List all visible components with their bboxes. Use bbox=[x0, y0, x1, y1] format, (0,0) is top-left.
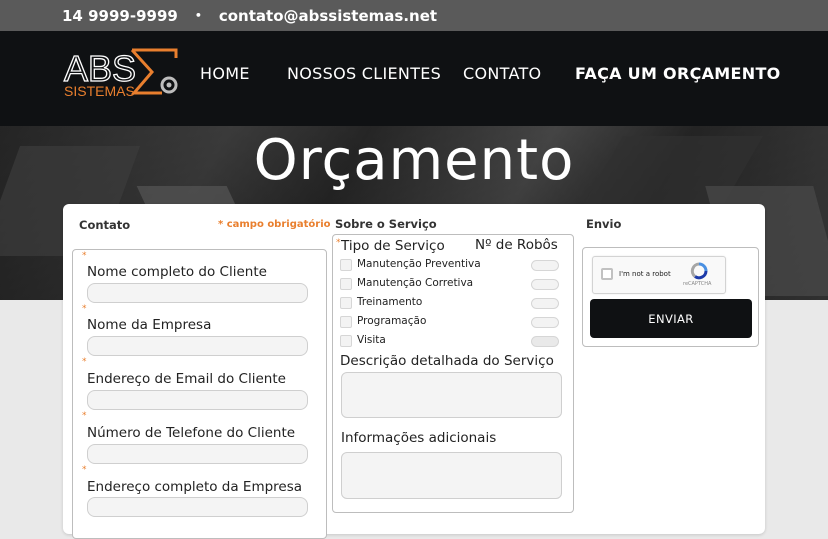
field-label-nome-cliente: Nome completo do Cliente bbox=[87, 264, 267, 280]
info-textarea[interactable] bbox=[341, 452, 562, 499]
checkbox-manutencao-corretiva[interactable] bbox=[340, 278, 352, 290]
info-label: Informações adicionais bbox=[341, 430, 497, 446]
robos-label: Nº de Robôs bbox=[475, 237, 558, 253]
robos-input-treinamento[interactable] bbox=[531, 298, 559, 309]
field-label-nome-empresa: Nome da Empresa bbox=[87, 317, 212, 333]
telefone-input[interactable] bbox=[87, 444, 308, 464]
recaptcha-brand: reCAPTCHA bbox=[683, 281, 712, 287]
required-star: * bbox=[82, 411, 87, 421]
separator-dot: • bbox=[194, 9, 202, 22]
nav-nossos-clientes[interactable]: NOSSOS CLIENTES bbox=[287, 64, 441, 83]
recaptcha-widget[interactable]: I'm not a robot reCAPTCHA bbox=[592, 256, 726, 294]
robos-input-preventiva[interactable] bbox=[531, 260, 559, 271]
required-star: * bbox=[336, 238, 341, 248]
required-star: * bbox=[82, 251, 87, 261]
envio-title: Envio bbox=[586, 217, 622, 231]
nome-empresa-input[interactable] bbox=[87, 336, 308, 356]
robos-input-corretiva[interactable] bbox=[531, 279, 559, 290]
field-label-telefone: Número de Telefone do Cliente bbox=[87, 425, 296, 441]
page-title: Orçamento bbox=[253, 128, 575, 193]
robos-input-visita[interactable] bbox=[531, 336, 559, 347]
recaptcha-icon bbox=[690, 262, 708, 280]
nome-cliente-input[interactable] bbox=[87, 283, 308, 303]
nav-home[interactable]: HOME bbox=[200, 64, 250, 83]
main-navbar: ABS SISTEMAS HOME NOSSOS CLIENTES CONTAT… bbox=[0, 31, 828, 126]
send-button[interactable]: ENVIAR bbox=[590, 299, 752, 338]
checkbox-programacao[interactable] bbox=[340, 316, 352, 328]
endereco-input[interactable] bbox=[87, 497, 308, 517]
option-label: Visita bbox=[357, 334, 386, 346]
contato-title: Contato bbox=[79, 218, 131, 232]
option-label: Manutenção Preventiva bbox=[357, 258, 481, 270]
checkbox-visita[interactable] bbox=[340, 335, 352, 347]
servico-title: Sobre o Serviço bbox=[335, 217, 437, 231]
field-label-email: Endereço de Email do Cliente bbox=[87, 371, 286, 387]
checkbox-treinamento[interactable] bbox=[340, 297, 352, 309]
svg-text:SISTEMAS: SISTEMAS bbox=[64, 83, 135, 99]
top-contact-bar: 14 9999-9999 • contato@abssistemas.net bbox=[0, 0, 828, 31]
recaptcha-label: I'm not a robot bbox=[619, 270, 671, 278]
nav-contato[interactable]: CONTATO bbox=[463, 64, 541, 83]
recaptcha-checkbox[interactable] bbox=[601, 268, 613, 280]
required-star: * bbox=[82, 465, 87, 475]
email-input[interactable] bbox=[87, 390, 308, 410]
field-label-endereco: Endereço completo da Empresa bbox=[87, 479, 303, 495]
checkbox-manutencao-preventiva[interactable] bbox=[340, 259, 352, 271]
option-label: Treinamento bbox=[357, 296, 423, 308]
option-label: Programação bbox=[357, 315, 427, 327]
nav-faca-orcamento[interactable]: FAÇA UM ORÇAMENTO bbox=[575, 64, 781, 83]
required-star: * bbox=[82, 357, 87, 367]
option-label: Manutenção Corretiva bbox=[357, 277, 474, 289]
abs-logo[interactable]: ABS SISTEMAS bbox=[62, 45, 184, 115]
tipo-servico-label: Tipo de Serviço bbox=[341, 238, 445, 254]
robos-input-programacao[interactable] bbox=[531, 317, 559, 328]
abs-logo-icon: ABS SISTEMAS bbox=[63, 47, 178, 99]
email-address[interactable]: contato@abssistemas.net bbox=[219, 7, 437, 25]
required-note: * campo obrigatório bbox=[218, 219, 331, 230]
descricao-label: Descrição detalhada do Serviço bbox=[340, 353, 554, 369]
descricao-textarea[interactable] bbox=[341, 372, 562, 418]
phone-number[interactable]: 14 9999-9999 bbox=[62, 7, 178, 25]
required-star: * bbox=[82, 304, 87, 314]
